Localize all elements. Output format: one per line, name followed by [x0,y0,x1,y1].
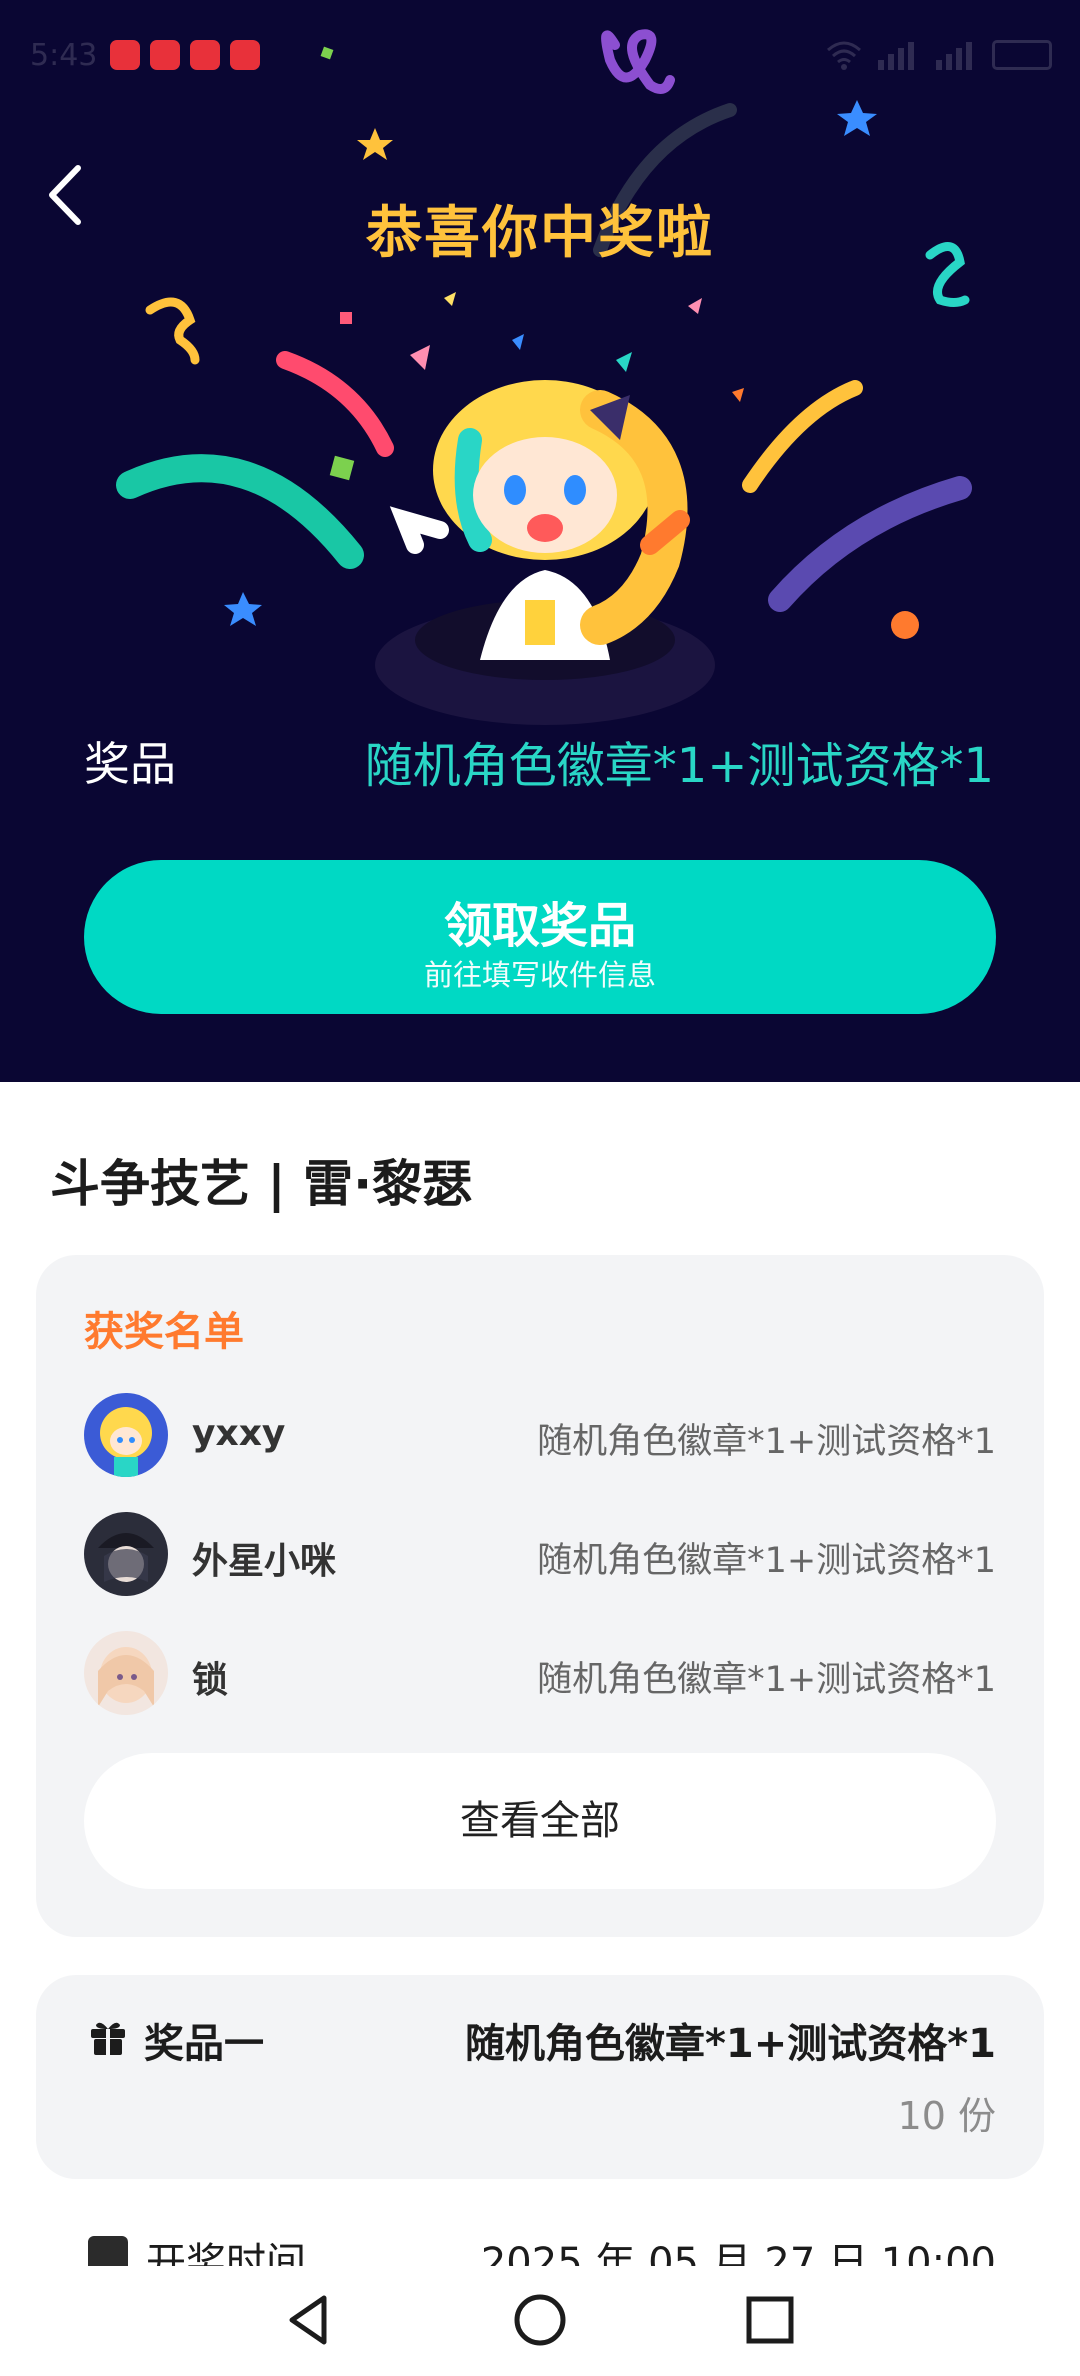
system-nav-bar [0,2266,1080,2376]
signal-icon [878,42,914,70]
event-title: 斗争技艺 | 雷·黎瑟 [50,1155,473,1213]
claim-button-subtitle: 前往填写收件信息 [423,958,656,992]
avatar [84,1393,168,1477]
status-time: 5:43 [30,38,98,73]
app-notification-icon [150,40,180,70]
winner-row[interactable]: yxxy 随机角色徽章*1+测试资格*1 [84,1393,996,1479]
prize-card: 奖品一 随机角色徽章*1+测试资格*1 10 份 [36,1975,1044,2179]
hero-banner: 5:43 恭喜你中奖啦 奖品 随机角色徽章*1+测试资格*1 领取奖品 前往填写… [0,0,1080,1082]
prize-label: 奖品 [84,737,176,791]
celebration-illustration [116,29,972,725]
draw-time-label: 开奖时间 [146,2240,306,2266]
wifi-icon [827,41,861,70]
status-bar: 5:43 [0,0,1080,110]
winner-prize: 随机角色徽章*1+测试资格*1 [537,1660,996,1700]
winners-heading: 获奖名单 [84,1309,244,1355]
draw-time-value: 2025 年 05 月 27 日 10:00 [480,2240,996,2266]
view-all-button[interactable]: 查看全部 [84,1753,996,1889]
app-notification-icon [110,40,140,70]
gift-icon [91,2022,125,2055]
draw-time-row: 开奖时间 2025 年 05 月 27 日 10:00 [0,2236,1080,2266]
winner-prize: 随机角色徽章*1+测试资格*1 [537,1541,996,1581]
avatar [84,1512,168,1596]
back-triangle-icon[interactable] [280,2290,340,2350]
winner-name: yxxy [192,1413,286,1454]
signal-icon [936,42,972,70]
claim-prize-button[interactable]: 领取奖品 前往填写收件信息 [84,860,996,1014]
notification-icons [110,40,260,70]
claim-button-title: 领取奖品 [443,898,636,954]
winner-row[interactable]: 锁 随机角色徽章*1+测试资格*1 [84,1631,996,1717]
prize-value: 随机角色徽章*1+测试资格*1 [364,738,994,794]
recents-square-icon[interactable] [740,2290,800,2350]
winner-prize: 随机角色徽章*1+测试资格*1 [537,1422,996,1462]
winner-name: 锁 [192,1660,229,1701]
winner-row[interactable]: 外星小咪 随机角色徽章*1+测试资格*1 [84,1512,996,1598]
home-circle-icon[interactable] [510,2290,570,2350]
battery-icon [992,40,1052,70]
avatar [84,1631,168,1715]
prize-card-value: 随机角色徽章*1+测试资格*1 [464,2021,996,2067]
calendar-icon [88,2236,128,2266]
app-notification-icon [230,40,260,70]
winner-name: 外星小咪 [192,1541,337,1582]
winners-card: 获奖名单 yxxy 随机角色徽章*1+测试资格*1 外星小咪 随机角色徽章*1+… [36,1255,1044,1937]
prize-card-label: 奖品一 [144,2021,264,2067]
prize-quantity: 10 份 [897,2094,996,2138]
app-notification-icon [190,40,220,70]
hero-title: 恭喜你中奖啦 [366,201,714,266]
status-icons [826,40,1052,70]
